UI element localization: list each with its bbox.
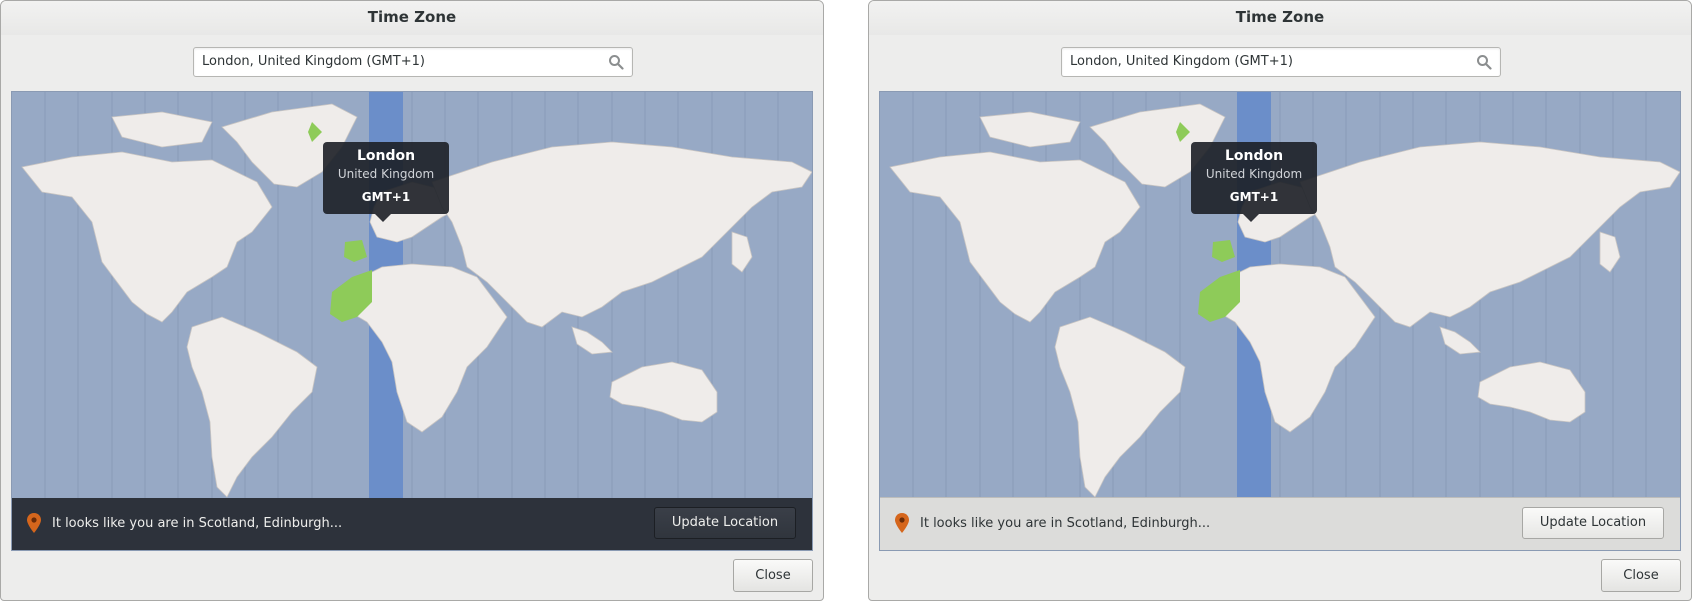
timezone-tooltip: London United Kingdom GMT+1 bbox=[1191, 142, 1317, 222]
dialog-title: Time Zone bbox=[1235, 8, 1325, 26]
tooltip-country: United Kingdom bbox=[1205, 167, 1303, 181]
tooltip-offset: GMT+1 bbox=[361, 190, 411, 204]
update-location-button[interactable]: Update Location bbox=[1522, 507, 1664, 539]
tooltip-city: London bbox=[1224, 148, 1284, 164]
search-icon[interactable] bbox=[1476, 54, 1492, 70]
timezone-tooltip: London United Kingdom GMT+1 bbox=[323, 142, 449, 222]
time-zone-dialog: Time Zone London, United Kingdom (GMT+1) bbox=[868, 0, 1692, 601]
search-icon[interactable] bbox=[608, 54, 624, 70]
tooltip-city: London bbox=[356, 148, 416, 164]
close-button[interactable]: Close bbox=[1601, 559, 1681, 592]
world-timezone-map[interactable]: London United Kingdom GMT+1 It looks lik… bbox=[11, 91, 813, 551]
close-button[interactable]: Close bbox=[733, 559, 813, 592]
location-message: It looks like you are in Scotland, Edinb… bbox=[52, 516, 343, 531]
timezone-search-input[interactable]: London, United Kingdom (GMT+1) bbox=[193, 47, 633, 77]
map-pin-icon bbox=[27, 513, 41, 533]
update-location-button[interactable]: Update Location bbox=[654, 507, 796, 539]
titlebar[interactable]: Time Zone bbox=[1, 1, 823, 35]
location-infobar: It looks like you are in Scotland, Edinb… bbox=[880, 497, 1680, 550]
search-value[interactable]: London, United Kingdom (GMT+1) bbox=[1070, 54, 1293, 69]
location-infobar: It looks like you are in Scotland, Edinb… bbox=[12, 498, 812, 550]
map-pin-icon bbox=[895, 513, 909, 533]
time-zone-dialog: Time Zone London, United Kingdom (GMT+1) bbox=[0, 0, 824, 601]
search-value[interactable]: London, United Kingdom (GMT+1) bbox=[202, 54, 425, 69]
location-message: It looks like you are in Scotland, Edinb… bbox=[920, 516, 1211, 531]
titlebar[interactable]: Time Zone bbox=[869, 1, 1691, 35]
tooltip-country: United Kingdom bbox=[337, 167, 435, 181]
tooltip-offset: GMT+1 bbox=[1229, 190, 1279, 204]
dialog-title: Time Zone bbox=[367, 8, 457, 26]
timezone-search-input[interactable]: London, United Kingdom (GMT+1) bbox=[1061, 47, 1501, 77]
world-timezone-map[interactable]: London United Kingdom GMT+1 It looks lik… bbox=[879, 91, 1681, 551]
